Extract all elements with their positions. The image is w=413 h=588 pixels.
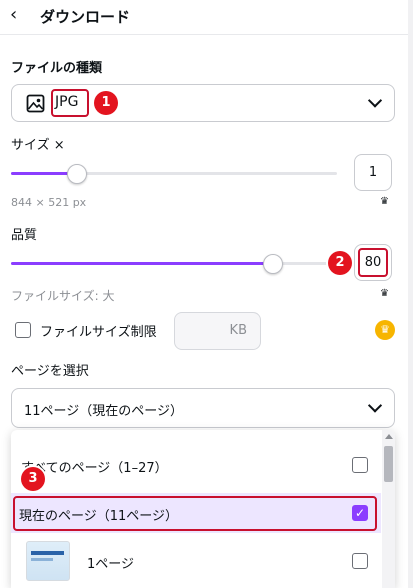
page-thumbnail <box>26 541 70 581</box>
option-checkbox[interactable] <box>352 553 368 569</box>
chevron-down-icon <box>367 398 383 413</box>
back-arrow-icon[interactable]: ‹ <box>10 4 17 25</box>
size-slider-thumb[interactable] <box>67 164 88 184</box>
size-label: サイズ × <box>11 138 65 153</box>
quality-slider[interactable] <box>11 254 337 274</box>
crown-icon: ♛ <box>380 196 389 207</box>
image-icon <box>26 94 45 113</box>
pro-crown-icon: ♛ <box>375 320 395 340</box>
panel-scrollbar[interactable] <box>408 0 413 588</box>
option-page-1[interactable]: 1ページ <box>11 541 381 581</box>
file-type-label: ファイルの種類 <box>11 61 103 76</box>
annotation-badge-2: 2 <box>328 251 352 275</box>
annotation-badge-1: 1 <box>94 91 118 115</box>
dropdown-scroll-thumb[interactable] <box>384 446 393 482</box>
size-input[interactable]: 1 <box>354 154 392 191</box>
chevron-down-icon <box>367 93 383 108</box>
option-label: 1ページ <box>87 557 135 572</box>
crown-icon: ♛ <box>380 288 389 299</box>
option-all-pages[interactable]: すべてのページ（1–27） <box>11 445 381 485</box>
scroll-up-arrow-icon[interactable] <box>385 434 393 439</box>
dimensions-text: 844 × 521 px <box>11 196 87 209</box>
page-select-value: 11ページ（現在のページ） <box>24 404 184 419</box>
option-checkbox[interactable] <box>352 457 368 473</box>
quality-slider-fill <box>11 262 272 265</box>
dropdown-scrollbar[interactable] <box>382 430 395 588</box>
page-select-label: ページを選択 <box>11 364 89 379</box>
quality-slider-thumb[interactable] <box>262 254 283 274</box>
file-size-limit-input[interactable]: KB <box>174 312 261 350</box>
dialog-header: ‹ ダウンロード <box>0 0 413 35</box>
file-size-text: ファイルサイズ: 大 <box>11 289 115 303</box>
quality-label: 品質 <box>11 228 38 243</box>
annotation-highlight-current-page <box>13 496 377 531</box>
file-size-limit-label: ファイルサイズ制限 <box>40 325 157 340</box>
size-slider[interactable] <box>11 164 337 184</box>
annotation-badge-3: 3 <box>21 467 45 491</box>
annotation-highlight-quality <box>358 248 388 277</box>
page-select[interactable]: 11ページ（現在のページ） <box>11 388 395 428</box>
page-title: ダウンロード <box>40 8 131 26</box>
annotation-highlight-jpg <box>51 89 89 117</box>
file-size-limit-checkbox[interactable] <box>15 322 31 338</box>
kb-unit: KB <box>229 323 247 338</box>
